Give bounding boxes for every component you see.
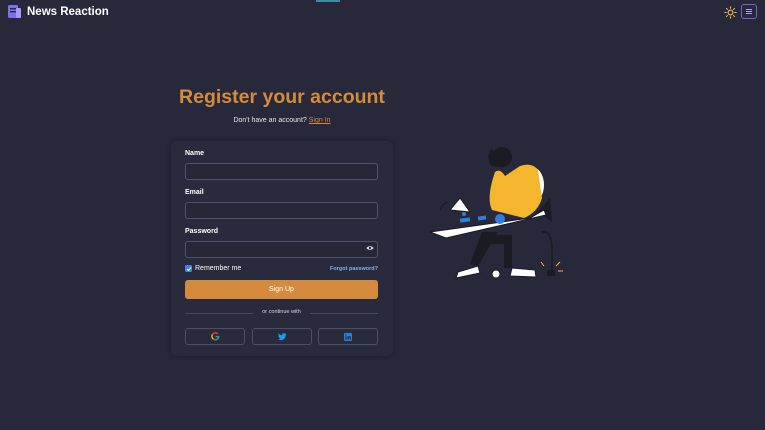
top-accent-line [316,0,340,2]
google-button[interactable] [185,328,245,345]
twitter-icon [277,332,287,340]
menu-button[interactable] [741,4,757,19]
password-field[interactable] [185,241,378,258]
forgot-password-link[interactable]: Forgot password? [310,266,378,272]
password-label: Password [185,228,219,235]
divider-label: or continue with [262,309,301,315]
news-logo-icon [8,5,21,18]
twitter-button[interactable] [252,328,312,345]
remember-label: Remember me [195,265,242,272]
signin-link[interactable]: Sign In [309,117,331,124]
google-icon [210,332,219,341]
name-field[interactable] [185,163,378,180]
signup-button[interactable]: Sign Up [185,280,378,299]
person-at-desk-illustration [429,147,563,279]
sun-icon[interactable] [724,6,737,19]
eye-icon[interactable] [366,245,374,251]
check-icon [186,266,191,271]
app-name: News Reaction [27,5,109,18]
signin-prompt-text: Don't have an account? [233,117,307,124]
linkedin-button[interactable] [318,328,378,345]
linkedin-icon [344,332,352,341]
email-label: Email [185,189,204,196]
email-field[interactable] [185,202,378,219]
signin-prompt: Don't have an account? Sign In [178,117,386,124]
hamburger-menu-icon [746,11,752,12]
remember-me[interactable]: Remember me [185,265,241,272]
remember-checkbox[interactable] [185,265,192,272]
name-label: Name [185,150,205,157]
brand[interactable]: News Reaction [8,5,109,18]
page-title: Register your account [179,86,385,108]
